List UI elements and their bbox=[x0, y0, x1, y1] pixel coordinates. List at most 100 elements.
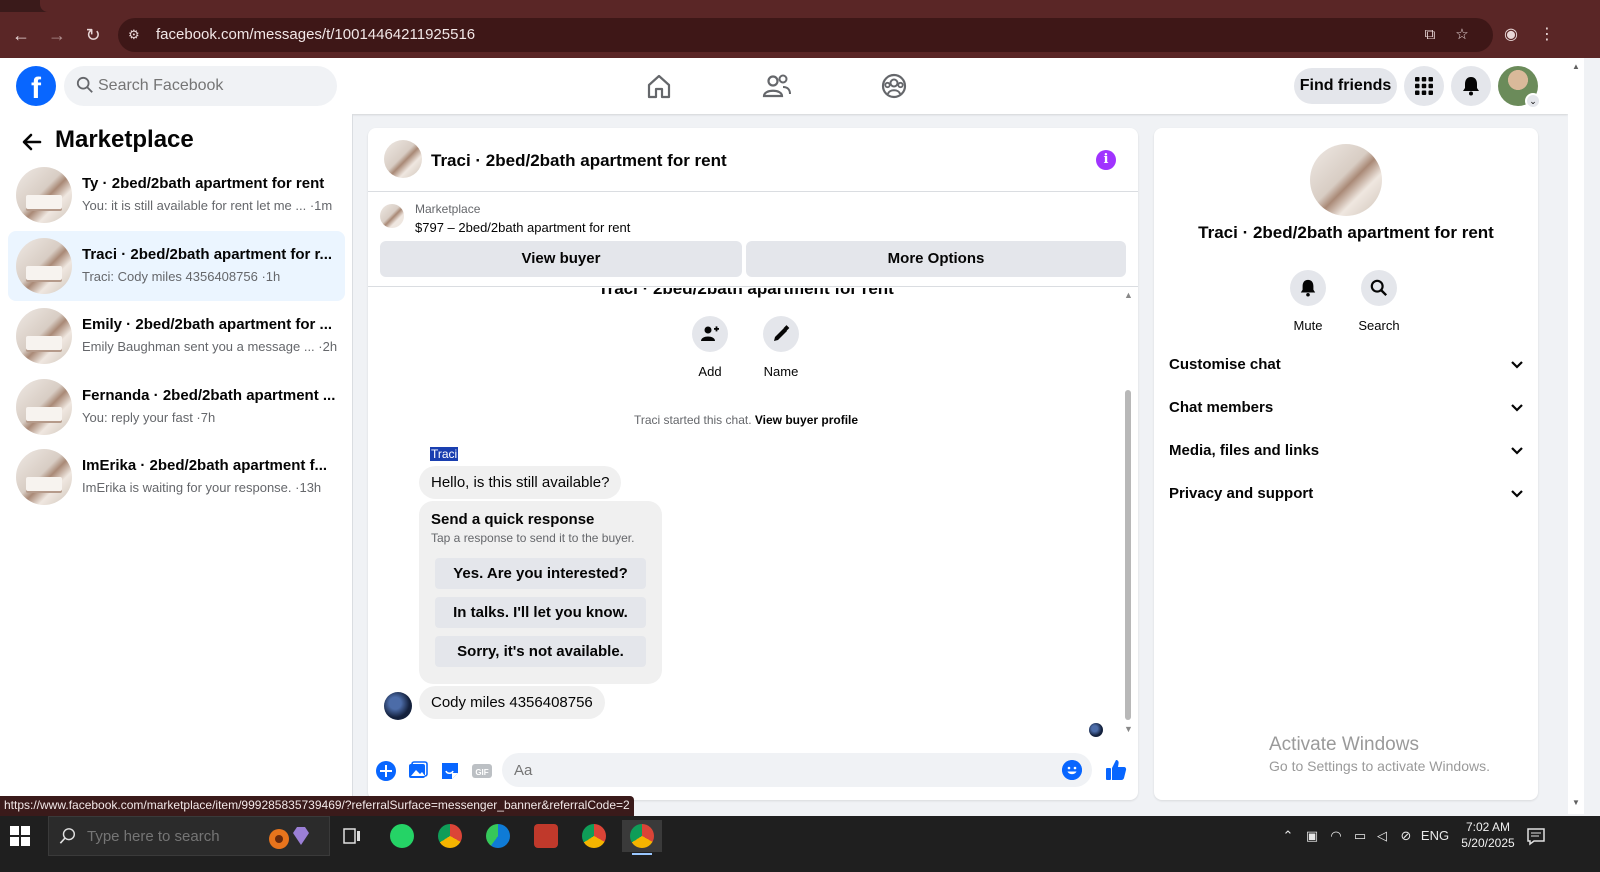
activate-windows-watermark: Activate Windows Go to Settings to activ… bbox=[1269, 734, 1490, 774]
conversation-item[interactable]: Traci · 2bed/2bath apartment for r... Tr… bbox=[8, 231, 345, 301]
chat-avatar[interactable] bbox=[384, 140, 422, 178]
chat-scrollbar[interactable]: ▲ ▼ bbox=[1122, 290, 1134, 736]
home-icon[interactable] bbox=[643, 70, 675, 102]
windows-icon[interactable] bbox=[10, 826, 30, 846]
privacy-support-section[interactable]: Privacy and support bbox=[1169, 479, 1524, 509]
sticker-icon[interactable] bbox=[439, 760, 461, 782]
facebook-logo[interactable]: f bbox=[16, 66, 56, 106]
chat-title[interactable]: Traci · 2bed/2bath apartment for rent bbox=[431, 151, 727, 171]
star-icon[interactable]: ☆ bbox=[1452, 25, 1472, 45]
quick-response-heading: Send a quick response bbox=[431, 511, 595, 528]
scrollbar-thumb[interactable] bbox=[1125, 390, 1131, 720]
chrome-app-active[interactable] bbox=[622, 820, 662, 855]
forward-arrow-icon[interactable]: → bbox=[44, 22, 70, 48]
gif-icon[interactable]: GIF bbox=[471, 760, 493, 782]
wpm-app[interactable] bbox=[526, 820, 566, 852]
customise-chat-section[interactable]: Customise chat bbox=[1169, 350, 1524, 380]
tray-chevron-up-icon[interactable]: ⌃ bbox=[1278, 826, 1298, 846]
friends-icon[interactable] bbox=[761, 70, 793, 102]
battery-icon[interactable]: ▭ bbox=[1350, 826, 1370, 846]
whatsapp-icon bbox=[390, 824, 414, 848]
account-avatar[interactable]: ⌄ bbox=[1498, 66, 1541, 109]
wifi-off-icon[interactable]: ⊘ bbox=[1396, 826, 1416, 846]
started-text: Traci started this chat. bbox=[633, 413, 752, 427]
kebab-menu-icon[interactable]: ⋮ bbox=[1534, 22, 1560, 48]
marketplace-inbox: Marketplace Ty · 2bed/2bath apartment fo… bbox=[0, 114, 353, 814]
taskbar-search[interactable] bbox=[48, 816, 330, 856]
message-bubble[interactable]: Hello, is this still available? bbox=[419, 466, 622, 499]
emoji-icon[interactable] bbox=[1062, 760, 1082, 780]
message-bubble[interactable]: Cody miles 4356408756 bbox=[419, 686, 605, 719]
info-icon[interactable]: i bbox=[1096, 150, 1116, 170]
scroll-down-icon[interactable]: ▼ bbox=[1572, 798, 1580, 807]
listing-thumbnail bbox=[16, 238, 72, 294]
page-scrollbar[interactable]: ▲ ▼ bbox=[1568, 58, 1584, 814]
conversation-preview: You: it is still available for rent let … bbox=[82, 198, 333, 213]
task-view-icon[interactable] bbox=[342, 826, 362, 846]
clock-date: 5/20/2025 bbox=[1461, 836, 1515, 850]
message-input[interactable] bbox=[514, 753, 1054, 787]
search-input[interactable] bbox=[98, 66, 328, 106]
volume-icon[interactable]: ◁ bbox=[1372, 826, 1392, 846]
notification-center-icon[interactable] bbox=[1526, 826, 1546, 846]
add-action[interactable]: Add bbox=[675, 316, 745, 379]
chrome-app-profile[interactable] bbox=[574, 820, 614, 852]
find-friends-button[interactable]: Find friends bbox=[1294, 68, 1397, 104]
system-clock[interactable]: 7:02 AM 5/20/2025 bbox=[1452, 819, 1524, 851]
chat-members-section[interactable]: Chat members bbox=[1169, 393, 1524, 423]
site-settings-icon[interactable]: ⚙ bbox=[128, 26, 146, 44]
view-buyer-button[interactable]: View buyer bbox=[380, 241, 742, 277]
like-icon[interactable] bbox=[1104, 758, 1128, 782]
image-icon[interactable] bbox=[407, 760, 429, 782]
url-text[interactable]: facebook.com/messages/t/1001446421192551… bbox=[156, 26, 475, 43]
scroll-down-icon[interactable]: ▼ bbox=[1124, 724, 1133, 734]
back-arrow-icon[interactable]: ← bbox=[8, 22, 34, 48]
conversation-item[interactable]: ImErika · 2bed/2bath apartment f... ImEr… bbox=[8, 442, 345, 512]
facebook-search[interactable] bbox=[64, 66, 337, 106]
install-icon[interactable]: ⧉ bbox=[1420, 25, 1440, 45]
view-buyer-profile-link[interactable]: View buyer profile bbox=[755, 413, 858, 427]
chrome-app-w[interactable] bbox=[430, 820, 470, 852]
message-input-wrapper[interactable] bbox=[502, 753, 1092, 787]
language-indicator[interactable]: ENG bbox=[1420, 826, 1450, 846]
meet-now-icon[interactable]: ▣ bbox=[1302, 826, 1322, 846]
listing-thumbnail[interactable] bbox=[380, 204, 404, 228]
quick-response-in-talks[interactable]: In talks. I'll let you know. bbox=[435, 597, 646, 628]
watermark-subtitle: Go to Settings to activate Windows. bbox=[1269, 758, 1490, 774]
taskbar-search-input[interactable] bbox=[87, 817, 267, 855]
more-options-button[interactable]: More Options bbox=[746, 241, 1126, 277]
gif-label: GIF bbox=[475, 768, 488, 777]
edge-app[interactable] bbox=[478, 820, 518, 852]
profile-icon[interactable]: ◉ bbox=[1498, 22, 1524, 48]
scroll-up-icon[interactable]: ▲ bbox=[1572, 62, 1580, 71]
conversation-item[interactable]: Fernanda · 2bed/2bath apartment ... You:… bbox=[8, 372, 345, 442]
network-icon[interactable]: ◠ bbox=[1326, 826, 1346, 846]
back-arrow-icon[interactable] bbox=[20, 130, 44, 154]
plus-icon[interactable] bbox=[375, 760, 397, 782]
name-action[interactable]: Name bbox=[746, 316, 816, 379]
chat-avatar-large[interactable] bbox=[1310, 144, 1382, 216]
buyer-avatar[interactable] bbox=[384, 692, 412, 720]
conversation-item[interactable]: Emily · 2bed/2bath apartment for ... Emi… bbox=[8, 301, 345, 371]
active-tab[interactable] bbox=[40, 0, 1600, 12]
chevron-down-icon bbox=[1511, 404, 1523, 412]
quick-response-card: Send a quick response Tap a response to … bbox=[419, 501, 662, 684]
media-files-links-section[interactable]: Media, files and links bbox=[1169, 436, 1524, 466]
quick-response-sorry[interactable]: Sorry, it's not available. bbox=[435, 636, 646, 667]
chrome-icon bbox=[582, 824, 606, 848]
whatsapp-app[interactable] bbox=[382, 820, 422, 852]
listing-title[interactable]: $797 – 2bed/2bath apartment for rent bbox=[415, 220, 630, 235]
scroll-up-icon[interactable]: ▲ bbox=[1124, 290, 1133, 300]
menu-button[interactable] bbox=[1404, 66, 1444, 106]
search-icon bbox=[59, 828, 76, 844]
mute-action[interactable]: Mute bbox=[1273, 270, 1343, 333]
groups-icon[interactable] bbox=[878, 70, 910, 102]
reload-icon[interactable]: ↻ bbox=[80, 22, 106, 48]
address-bar[interactable]: ⚙ facebook.com/messages/t/10014464211925… bbox=[118, 18, 1493, 52]
quick-response-yes[interactable]: Yes. Are you interested? bbox=[435, 558, 646, 589]
notifications-button[interactable] bbox=[1451, 66, 1491, 106]
conversation-preview: Emily Baughman sent you a message ... ·2… bbox=[82, 339, 338, 354]
page-title: Marketplace bbox=[55, 126, 194, 153]
conversation-item[interactable]: Ty · 2bed/2bath apartment for rent You: … bbox=[8, 160, 345, 230]
search-action[interactable]: Search bbox=[1344, 270, 1414, 333]
